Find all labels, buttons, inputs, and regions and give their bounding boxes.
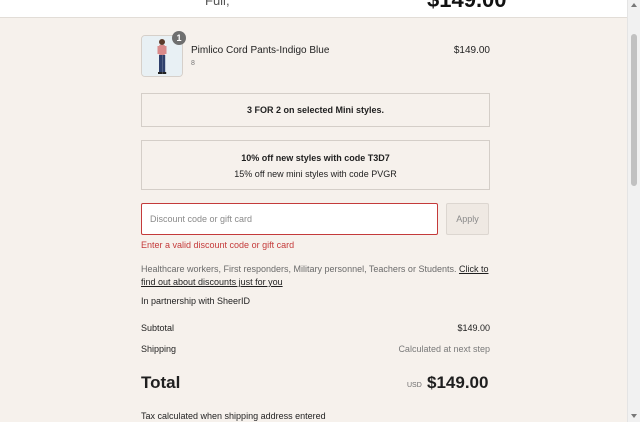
subtotal-label: Subtotal xyxy=(141,323,175,333)
shipping-value: Calculated at next step xyxy=(398,344,490,354)
total-label: Total xyxy=(141,373,181,392)
promo-code-line-1: 10% off new styles with code T3D7 xyxy=(241,153,390,163)
partnership-text: In partnership with SheerID xyxy=(141,296,251,306)
healthcare-text: Healthcare workers, First responders, Mi… xyxy=(141,264,459,274)
scroll-up-arrow-icon[interactable] xyxy=(631,3,637,7)
tax-note: Tax calculated when shipping address ent… xyxy=(141,411,326,421)
top-summary-fragment: Full, xyxy=(205,0,230,8)
scrollbar-thumb[interactable] xyxy=(631,34,637,186)
discount-code-input[interactable] xyxy=(141,203,438,235)
scroll-down-arrow-icon[interactable] xyxy=(631,414,637,418)
subtotal-value: $149.00 xyxy=(457,323,490,333)
shipping-label: Shipping xyxy=(141,344,177,354)
discount-error-message: Enter a valid discount code or gift card xyxy=(141,240,295,250)
promo-banner-3for2: 3 FOR 2 on selected Mini styles. xyxy=(141,93,490,127)
promo-code-line-2: 15% off new mini styles with code PVGR xyxy=(234,169,397,179)
quantity-badge: 1 xyxy=(172,31,186,45)
top-summary-bar: Full, $149.00 xyxy=(0,0,628,18)
page-scrollbar[interactable] xyxy=(627,0,640,422)
product-variant: 8 xyxy=(191,60,195,67)
promo-banner-codes: 10% off new styles with code T3D7 15% of… xyxy=(141,140,490,190)
total-currency: USD xyxy=(407,382,422,389)
top-summary-total: $149.00 xyxy=(427,0,507,13)
promo-3for2-text: 3 FOR 2 on selected Mini styles. xyxy=(246,105,385,115)
total-amount: $149.00 xyxy=(427,373,489,392)
healthcare-discount-info: Healthcare workers, First responders, Mi… xyxy=(141,263,491,289)
product-price: $149.00 xyxy=(453,45,490,56)
apply-discount-button[interactable]: Apply xyxy=(446,203,489,235)
product-name: Pimlico Cord Pants-Indigo Blue xyxy=(191,45,330,56)
